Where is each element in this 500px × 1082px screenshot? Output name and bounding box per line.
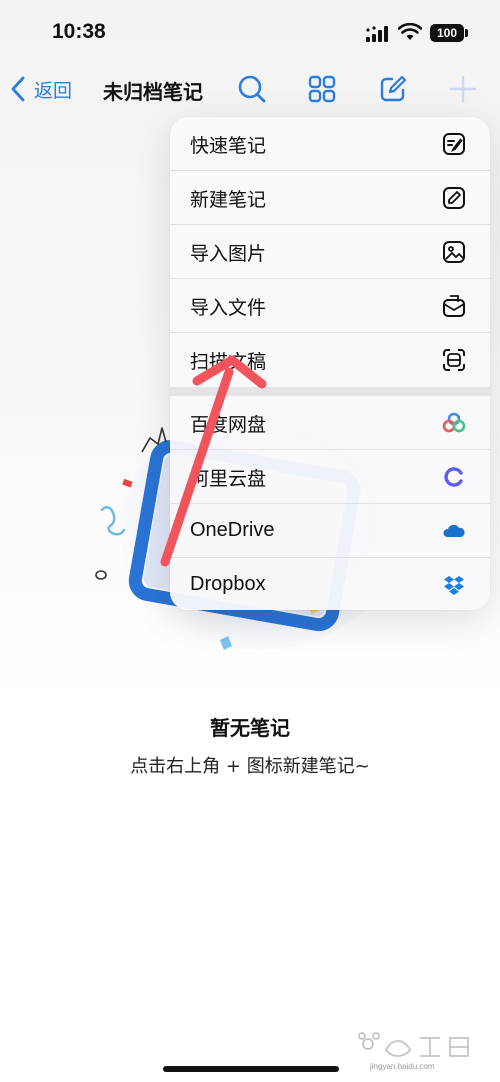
menu-item-label: 阿里云盘 [190,468,267,490]
add-button[interactable] [448,74,478,104]
compose-icon [380,75,407,102]
search-icon [238,75,266,103]
battery-cap [465,29,468,37]
search-button[interactable] [237,74,267,104]
menu-item-quick-note[interactable]: 快速笔记 [170,117,490,171]
menu-primary-section: 快速笔记 新建笔记 导入图片 导入文件 扫描文稿 [170,117,490,387]
back-button[interactable]: 返回 [10,74,72,104]
back-label: 返回 [34,79,73,102]
menu-item-label: 扫描文稿 [190,351,267,373]
menu-item-dropbox[interactable]: Dropbox [170,558,490,610]
wifi-icon [398,23,422,40]
menu-item-aliyun-drive[interactable]: 阿里云盘 [170,450,490,504]
menu-item-label: Dropbox [190,573,266,595]
page-title: 未归档笔记 [103,80,203,104]
compose-button[interactable] [378,74,408,104]
menu-item-label: 导入文件 [190,297,267,319]
menu-item-new-note[interactable]: 新建笔记 [170,171,490,225]
home-indicator[interactable] [163,1066,339,1072]
onedrive-icon [442,519,466,543]
menu-item-label: 快速笔记 [190,135,267,157]
plus-icon [449,75,477,103]
empty-state-hint: 点击右上角 + 图标新建笔记~ [130,756,370,777]
nav-bar: 返回 未归档笔记 [0,62,500,118]
image-icon [442,240,466,264]
menu-item-label: 百度网盘 [190,414,267,436]
menu-item-scan-document[interactable]: 扫描文稿 [170,333,490,387]
scan-icon [442,348,466,372]
grid-view-button[interactable] [307,74,337,104]
status-time: 10:38 [52,20,106,43]
menu-item-import-file[interactable]: 导入文件 [170,279,490,333]
watermark-text: jingyan.baidu.com [370,1062,435,1071]
dropbox-icon [442,573,466,597]
grid-icon [308,75,336,103]
menu-section-divider [170,387,490,396]
add-menu: 快速笔记 新建笔记 导入图片 导入文件 扫描文稿 百度网盘 阿里云盘 OneDr… [170,117,490,610]
screen: 10:38 100 返回 未归档笔记 暂无笔记 点击右上角 + 图标新建笔记~ … [0,0,500,1082]
menu-item-label: 导入图片 [190,243,267,265]
menu-item-baidu-netdisk[interactable]: 百度网盘 [170,396,490,450]
empty-state-title: 暂无笔记 [210,716,290,740]
menu-cloud-section: 百度网盘 阿里云盘 OneDrive Dropbox [170,396,490,610]
menu-item-label: 新建笔记 [190,189,267,211]
battery-icon: 100 [430,24,464,42]
menu-item-label: OneDrive [190,519,275,541]
menu-item-onedrive[interactable]: OneDrive [170,504,490,558]
signal-icon [366,26,388,42]
new-note-icon [442,186,466,210]
menu-item-import-image[interactable]: 导入图片 [170,225,490,279]
quick-note-icon [442,132,466,156]
aliyun-drive-icon [442,465,466,489]
status-bar: 10:38 100 [0,0,500,62]
baidu-netdisk-icon [442,411,466,435]
file-import-icon [442,294,466,318]
chevron-left-icon [11,76,25,102]
